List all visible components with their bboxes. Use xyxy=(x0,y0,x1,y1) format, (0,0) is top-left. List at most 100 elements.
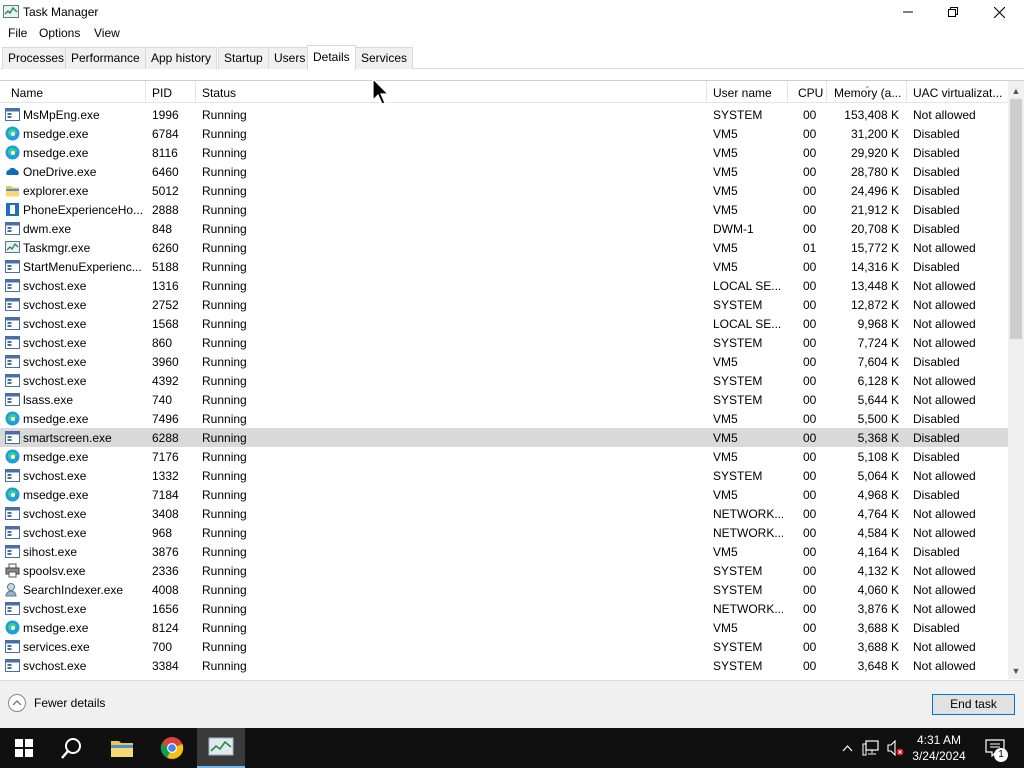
cell-pid: 8124 xyxy=(152,621,179,635)
start-button[interactable] xyxy=(0,728,48,768)
table-row[interactable]: svchost.exe 1316 Running LOCAL SE... 00 13,44… xyxy=(0,276,1008,295)
cell-user-name: VM5 xyxy=(713,184,738,198)
tab-users[interactable]: Users xyxy=(268,47,312,69)
process-icon xyxy=(5,316,20,331)
scroll-up-arrow-icon[interactable]: ▲ xyxy=(1008,83,1024,99)
cell-memory: 5,108 K xyxy=(857,450,899,464)
cell-memory: 24,496 K xyxy=(850,184,899,198)
table-row[interactable]: MsMpEng.exe 1996 Running SYSTEM 00 153,408 K N… xyxy=(0,105,1008,124)
column-divider[interactable] xyxy=(906,81,907,103)
table-row[interactable]: svchost.exe 1656 Running NETWORK... 00 3,876 … xyxy=(0,599,1008,618)
cell-uac-virtualization: Not allowed xyxy=(913,241,976,255)
cell-name: msedge.exe xyxy=(23,127,89,141)
table-row[interactable]: services.exe 700 Running SYSTEM 00 3,688 K Not… xyxy=(0,637,1008,656)
table-row[interactable]: msedge.exe 7184 Running VM5 00 4,968 K Disable… xyxy=(0,485,1008,504)
table-row[interactable]: msedge.exe 7496 Running VM5 00 5,500 K Disable… xyxy=(0,409,1008,428)
column-header-name[interactable]: Name xyxy=(11,86,141,100)
column-divider[interactable] xyxy=(195,81,196,103)
tab-app-history[interactable]: App history xyxy=(145,47,218,69)
cell-cpu: 00 xyxy=(803,222,817,236)
cell-pid: 4008 xyxy=(152,583,179,597)
task-manager-taskbar-button[interactable] xyxy=(197,728,245,768)
table-row[interactable]: svchost.exe 3408 Running NETWORK... 00 4,764 … xyxy=(0,504,1008,523)
table-row[interactable]: svchost.exe 3384 Running SYSTEM 00 3,648 K Not… xyxy=(0,656,1008,675)
cell-user-name: VM5 xyxy=(713,165,738,179)
chrome-taskbar-button[interactable] xyxy=(148,728,196,768)
column-divider[interactable] xyxy=(145,81,146,103)
file-explorer-taskbar-button[interactable] xyxy=(98,728,146,768)
table-row[interactable]: svchost.exe 968 Running NETWORK... 00 4,584 K… xyxy=(0,523,1008,542)
table-row[interactable]: svchost.exe 1332 Running SYSTEM 00 5,064 K Not… xyxy=(0,466,1008,485)
cell-status: Running xyxy=(202,108,247,122)
tab-processes[interactable]: Processes xyxy=(2,47,71,69)
table-row[interactable]: dwm.exe 848 Running DWM-1 00 20,708 K Disabled xyxy=(0,219,1008,238)
system-clock[interactable]: 4:31 AM 3/24/2024 xyxy=(900,732,978,764)
table-row[interactable]: Taskmgr.exe 6260 Running VM5 01 15,772 K Not a… xyxy=(0,238,1008,257)
menu-view[interactable]: View xyxy=(94,26,120,40)
search-button[interactable] xyxy=(48,728,96,768)
cell-status: Running xyxy=(202,241,247,255)
cell-name: sihost.exe xyxy=(23,545,78,559)
network-icon[interactable] xyxy=(860,728,882,768)
table-row[interactable]: msedge.exe 8116 Running VM5 00 29,920 K Disabl… xyxy=(0,143,1008,162)
column-divider[interactable] xyxy=(787,81,788,103)
column-header-uac-virtualization[interactable]: UAC virtualizat... xyxy=(913,86,1005,100)
end-task-button[interactable]: End task xyxy=(932,694,1015,715)
cell-cpu: 00 xyxy=(803,488,817,502)
column-header-pid[interactable]: PID xyxy=(152,86,192,100)
table-row[interactable]: lsass.exe 740 Running SYSTEM 00 5,644 K Not al… xyxy=(0,390,1008,409)
cell-user-name: SYSTEM xyxy=(713,583,763,597)
column-header-user-name[interactable]: User name xyxy=(713,86,783,100)
table-row[interactable]: svchost.exe 3960 Running VM5 00 7,604 K Disabl… xyxy=(0,352,1008,371)
restore-button[interactable] xyxy=(930,0,976,24)
column-divider[interactable] xyxy=(826,81,827,103)
table-row[interactable]: msedge.exe 8124 Running VM5 00 3,688 K Disable… xyxy=(0,618,1008,637)
table-row[interactable]: msedge.exe 7176 Running VM5 00 5,108 K Disable… xyxy=(0,447,1008,466)
cell-status: Running xyxy=(202,165,247,179)
close-button[interactable] xyxy=(976,0,1022,24)
table-row[interactable]: svchost.exe 1568 Running LOCAL SE... 00 9,968… xyxy=(0,314,1008,333)
cell-uac-virtualization: Not allowed xyxy=(913,469,976,483)
cell-pid: 7184 xyxy=(152,488,179,502)
cell-status: Running xyxy=(202,203,247,217)
tab-details[interactable]: Details xyxy=(307,45,356,70)
edge-icon xyxy=(5,126,20,141)
notifications-button[interactable]: 1 xyxy=(980,728,1010,768)
fewer-details-toggle[interactable]: Fewer details xyxy=(8,694,105,712)
cell-cpu: 00 xyxy=(803,393,817,407)
cell-name: StartMenuExperienc... xyxy=(23,260,142,274)
cell-name: msedge.exe xyxy=(23,488,89,502)
tab-startup[interactable]: Startup xyxy=(218,47,269,69)
tab-performance[interactable]: Performance xyxy=(65,47,146,69)
menu-file[interactable]: File xyxy=(8,26,27,40)
menu-options[interactable]: Options xyxy=(39,26,80,40)
table-row[interactable]: spoolsv.exe 2336 Running SYSTEM 00 4,132 K Not… xyxy=(0,561,1008,580)
defender-icon xyxy=(5,107,20,122)
process-icon xyxy=(5,354,20,369)
table-row[interactable]: sihost.exe 3876 Running VM5 00 4,164 K Disable… xyxy=(0,542,1008,561)
vertical-scrollbar[interactable]: ▲ ▼ xyxy=(1008,81,1024,679)
scrollbar-thumb[interactable] xyxy=(1010,99,1022,339)
table-row[interactable]: svchost.exe 2752 Running SYSTEM 00 12,872 K No… xyxy=(0,295,1008,314)
show-hidden-icons-button[interactable] xyxy=(838,728,856,768)
table-row[interactable]: smartscreen.exe 6288 Running VM5 00 5,368 K Di… xyxy=(0,428,1008,447)
table-row[interactable]: msedge.exe 6784 Running VM5 00 31,200 K Disabl… xyxy=(0,124,1008,143)
tab-services[interactable]: Services xyxy=(355,47,414,69)
minimize-button[interactable] xyxy=(885,0,931,24)
table-row[interactable]: SearchIndexer.exe 4008 Running SYSTEM 00 4,06… xyxy=(0,580,1008,599)
cell-memory: 13,448 K xyxy=(850,279,899,293)
scroll-down-arrow-icon[interactable]: ▼ xyxy=(1008,663,1024,679)
cell-pid: 7496 xyxy=(152,412,179,426)
column-header-status[interactable]: Status xyxy=(202,86,702,100)
column-header-cpu[interactable]: CPU xyxy=(798,86,824,100)
column-divider[interactable] xyxy=(706,81,707,103)
table-row[interactable]: OneDrive.exe 6460 Running VM5 00 28,780 K Disa… xyxy=(0,162,1008,181)
cell-name: msedge.exe xyxy=(23,412,89,426)
table-row[interactable]: StartMenuExperienc... 5188 Running VM5 00 14,… xyxy=(0,257,1008,276)
table-row[interactable]: explorer.exe 5012 Running VM5 00 24,496 K Disa… xyxy=(0,181,1008,200)
column-header-memory[interactable]: Memory (a... xyxy=(834,86,904,100)
table-row[interactable]: PhoneExperienceHo... 2888 Running VM5 00 21,9… xyxy=(0,200,1008,219)
table-row[interactable]: svchost.exe 860 Running SYSTEM 00 7,724 K Not … xyxy=(0,333,1008,352)
cell-memory: 5,644 K xyxy=(857,393,899,407)
table-row[interactable]: svchost.exe 4392 Running SYSTEM 00 6,128 K Not… xyxy=(0,371,1008,390)
